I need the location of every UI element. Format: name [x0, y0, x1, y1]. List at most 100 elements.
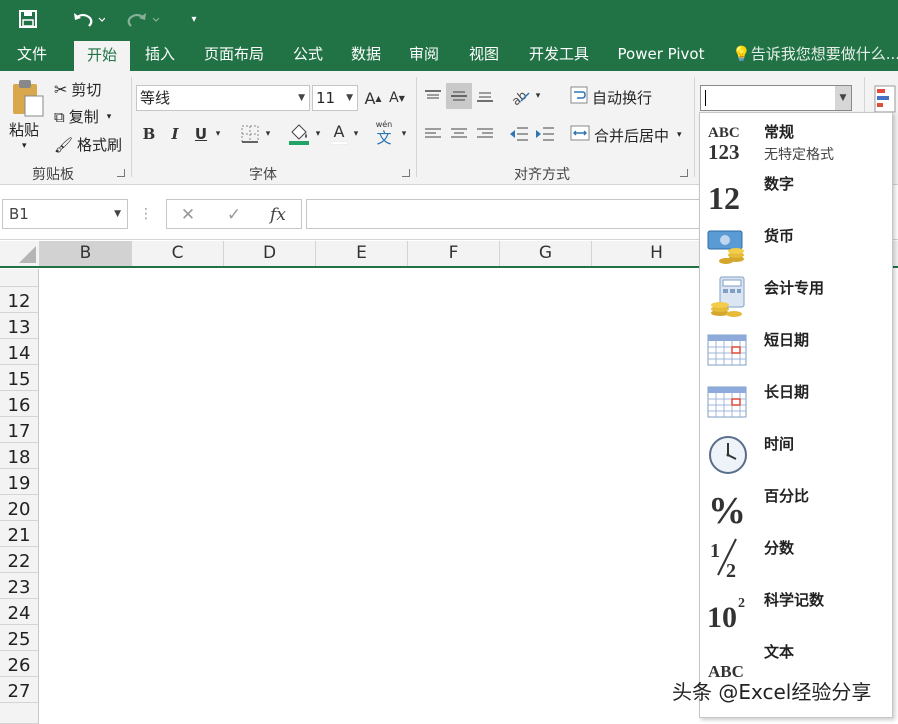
tab-review[interactable]: 审阅 [398, 38, 450, 71]
tab-insert[interactable]: 插入 [134, 38, 186, 71]
paste-button[interactable]: 粘贴 [9, 119, 39, 140]
format-option-scientific[interactable]: 10 2 科学记数 [700, 583, 892, 635]
row-header-16[interactable]: 16 [0, 391, 39, 417]
tab-power-pivot[interactable]: Power Pivot [608, 38, 714, 71]
cancel-icon[interactable]: ✕ [175, 202, 201, 228]
underline-dropdown-icon[interactable]: ▾ [212, 123, 224, 145]
row-header-22[interactable]: 22 [0, 547, 39, 573]
row-header-23[interactable]: 23 [0, 573, 39, 599]
row-header-25[interactable]: 25 [0, 625, 39, 651]
row-header-12[interactable]: 12 [0, 287, 39, 313]
orientation-icon[interactable]: ab [508, 85, 532, 107]
more-icon: ⋮ [139, 206, 153, 222]
align-center-icon[interactable] [448, 123, 470, 145]
tab-home[interactable]: 开始 [74, 41, 130, 71]
alignment-launcher-icon[interactable] [680, 169, 688, 177]
name-box[interactable]: B1 ▼ [2, 199, 128, 229]
format-option-general[interactable]: ABC 123 常规 无特定格式 [700, 115, 892, 167]
svg-text:ABC: ABC [708, 125, 740, 141]
undo-icon[interactable] [68, 6, 108, 32]
paste-dropdown-icon[interactable]: ▾ [22, 141, 27, 151]
row-header-14[interactable]: 14 [0, 339, 39, 365]
increase-indent-icon[interactable] [534, 123, 556, 145]
format-option-short-date[interactable]: 短日期 [700, 323, 892, 375]
row-header-13[interactable]: 13 [0, 313, 39, 339]
row-header-18[interactable]: 18 [0, 443, 39, 469]
column-header-b[interactable]: B [40, 241, 132, 266]
decrease-indent-icon[interactable] [508, 123, 530, 145]
column-header-g[interactable]: G [500, 241, 592, 266]
increase-font-size-icon[interactable]: A ▲ [364, 87, 382, 109]
format-option-time[interactable]: 时间 [700, 427, 892, 479]
enter-icon[interactable]: ✓ [221, 202, 247, 228]
borders-dropdown-icon[interactable]: ▾ [262, 123, 274, 145]
copy-button[interactable]: ⧉ 复制 ▾ [54, 106, 111, 127]
tab-formulas[interactable]: 公式 [282, 38, 334, 71]
row-header-20[interactable]: 20 [0, 495, 39, 521]
merge-center-button[interactable]: 合并后居中 ▾ [570, 123, 682, 147]
tab-developer[interactable]: 开发工具 [518, 38, 600, 71]
formula-input[interactable] [306, 199, 706, 229]
customize-icon[interactable]: ▾ [184, 6, 204, 32]
format-painter-button[interactable]: 🖌 格式刷 [54, 134, 122, 155]
row-header-15[interactable]: 15 [0, 365, 39, 391]
row-header-21[interactable]: 21 [0, 521, 39, 547]
column-header-c[interactable]: C [132, 241, 224, 266]
align-left-icon[interactable] [422, 123, 444, 145]
svg-text:10: 10 [707, 601, 737, 631]
row-header-24[interactable]: 24 [0, 599, 39, 625]
insert-function-icon[interactable]: fx [265, 202, 291, 228]
formula-controls: ✕ ✓ fx [166, 199, 302, 229]
tell-me-box[interactable]: 💡告诉我您想要做什么... [732, 38, 898, 71]
tab-view[interactable]: 视图 [458, 38, 510, 71]
number-12-icon: 12 [706, 171, 750, 215]
phonetic-guide-icon[interactable]: wén 文 [372, 119, 396, 147]
fill-color-icon[interactable] [286, 121, 312, 147]
align-middle-icon[interactable] [446, 83, 472, 109]
row-header-17[interactable]: 17 [0, 417, 39, 443]
format-option-number[interactable]: 12 数字 [700, 167, 892, 219]
borders-icon[interactable] [238, 123, 262, 145]
chevron-down-icon: ▼ [298, 93, 305, 103]
group-separator [131, 77, 132, 177]
format-option-fraction[interactable]: 12 分数 [700, 531, 892, 583]
paste-icon[interactable] [6, 77, 48, 119]
long-date-calendar-icon [706, 379, 750, 423]
font-name-select[interactable]: 等线 ▼ [136, 85, 310, 111]
column-header-d[interactable]: D [224, 241, 316, 266]
redo-icon[interactable] [122, 6, 162, 32]
font-size-select[interactable]: 11 ▼ [312, 85, 358, 111]
bold-button[interactable]: B [138, 123, 160, 145]
tab-data[interactable]: 数据 [340, 38, 392, 71]
phonetic-dropdown-icon[interactable]: ▾ [398, 123, 410, 145]
save-icon[interactable] [14, 6, 42, 32]
svg-text:12: 12 [708, 180, 740, 215]
clipboard-launcher-icon[interactable] [117, 169, 125, 177]
orientation-dropdown-icon[interactable]: ▾ [532, 85, 544, 107]
format-option-long-date[interactable]: 长日期 [700, 375, 892, 427]
format-option-percent[interactable]: % 百分比 [700, 479, 892, 531]
align-top-icon[interactable] [422, 85, 444, 107]
font-launcher-icon[interactable] [402, 169, 410, 177]
align-bottom-icon[interactable] [474, 85, 496, 107]
select-all-corner[interactable] [0, 241, 40, 266]
number-format-select[interactable]: ▼ [700, 85, 852, 111]
fill-color-dropdown-icon[interactable]: ▾ [312, 123, 324, 145]
format-option-currency[interactable]: 货币 [700, 219, 892, 271]
tab-file[interactable]: 文件 [4, 38, 60, 71]
underline-button[interactable]: U [190, 123, 212, 145]
row-header-26[interactable]: 26 [0, 651, 39, 677]
column-header-f[interactable]: F [408, 241, 500, 266]
wrap-text-button[interactable]: 自动换行 [570, 85, 652, 109]
row-header-19[interactable]: 19 [0, 469, 39, 495]
column-header-e[interactable]: E [316, 241, 408, 266]
row-header-27[interactable]: 27 [0, 677, 39, 703]
format-option-accounting[interactable]: 会计专用 [700, 271, 892, 323]
align-right-icon[interactable] [474, 123, 496, 145]
cut-button[interactable]: ✂ 剪切 [54, 79, 101, 100]
tab-page-layout[interactable]: 页面布局 [192, 38, 276, 71]
italic-button[interactable]: I [164, 123, 186, 145]
font-color-button[interactable]: A [328, 121, 350, 147]
font-color-dropdown-icon[interactable]: ▾ [350, 123, 362, 145]
decrease-font-size-icon[interactable]: A ▼ [388, 87, 406, 109]
